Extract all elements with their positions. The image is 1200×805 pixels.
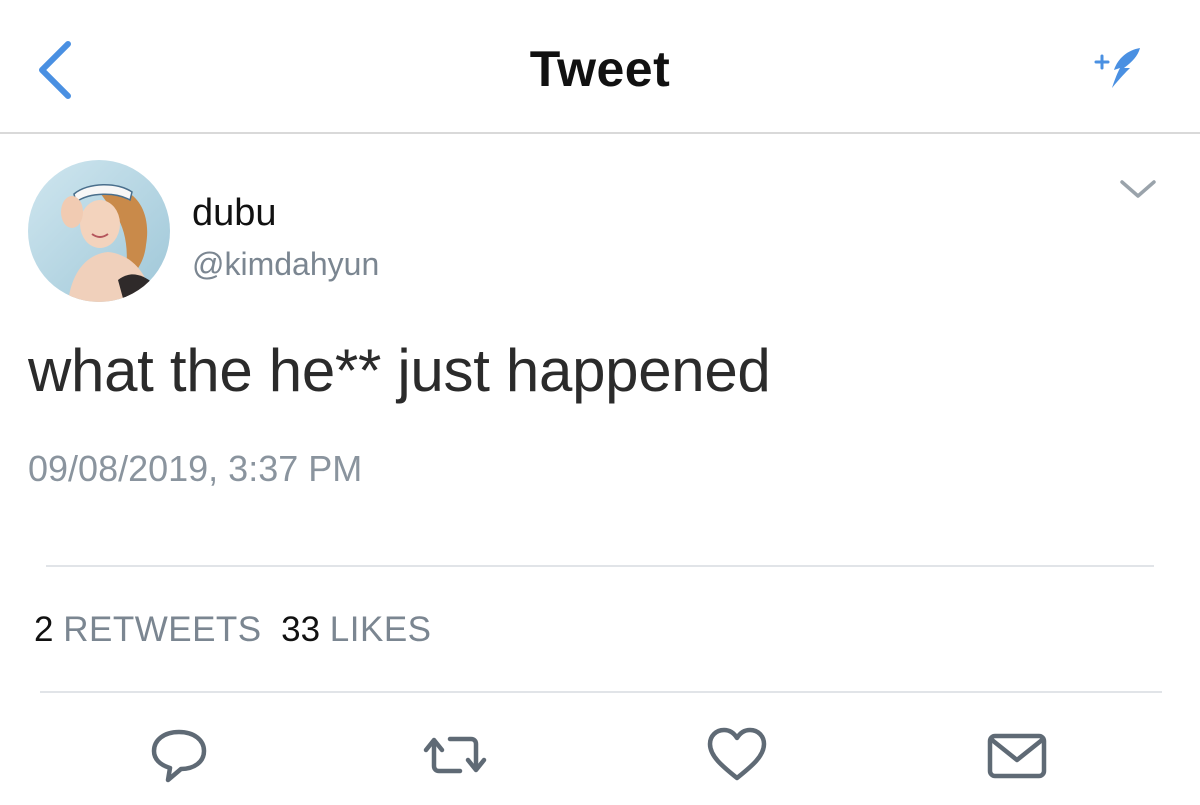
retweet-icon (423, 736, 487, 774)
retweets-label: RETWEETS (63, 610, 262, 649)
retweets-count: 2 (34, 610, 54, 649)
reply-icon (151, 729, 207, 783)
retweet-button[interactable] (420, 722, 490, 788)
like-heart-icon (707, 727, 767, 781)
divider (40, 691, 1162, 693)
author-display-name[interactable]: dubu (192, 192, 277, 235)
likes-count: 33 (281, 610, 321, 649)
share-button[interactable] (982, 722, 1052, 788)
retweets-stat[interactable]: 2 RETWEETS (34, 610, 262, 649)
navigation-bar: Tweet (0, 0, 1200, 134)
author-handle[interactable]: @kimdahyun (192, 246, 379, 283)
reply-button[interactable] (144, 722, 214, 788)
profile-photo (28, 160, 170, 302)
likes-stat[interactable]: 33 LIKES (281, 610, 431, 649)
engagement-stats: 2 RETWEETS 33 LIKES (34, 610, 432, 650)
tweet-timestamp: 09/08/2019, 3:37 PM (28, 448, 363, 489)
tweet-menu-button[interactable] (1116, 174, 1160, 204)
share-mail-icon (987, 733, 1047, 779)
tweet-text: what the he** just happened (28, 337, 771, 404)
likes-label: LIKES (329, 610, 432, 649)
compose-feather-icon (1094, 48, 1140, 88)
page-title: Tweet (529, 41, 671, 97)
avatar[interactable] (28, 160, 170, 302)
like-button[interactable] (702, 722, 772, 788)
divider (46, 565, 1154, 567)
chevron-down-icon (1120, 180, 1156, 198)
compose-tweet-button[interactable] (1090, 42, 1148, 92)
